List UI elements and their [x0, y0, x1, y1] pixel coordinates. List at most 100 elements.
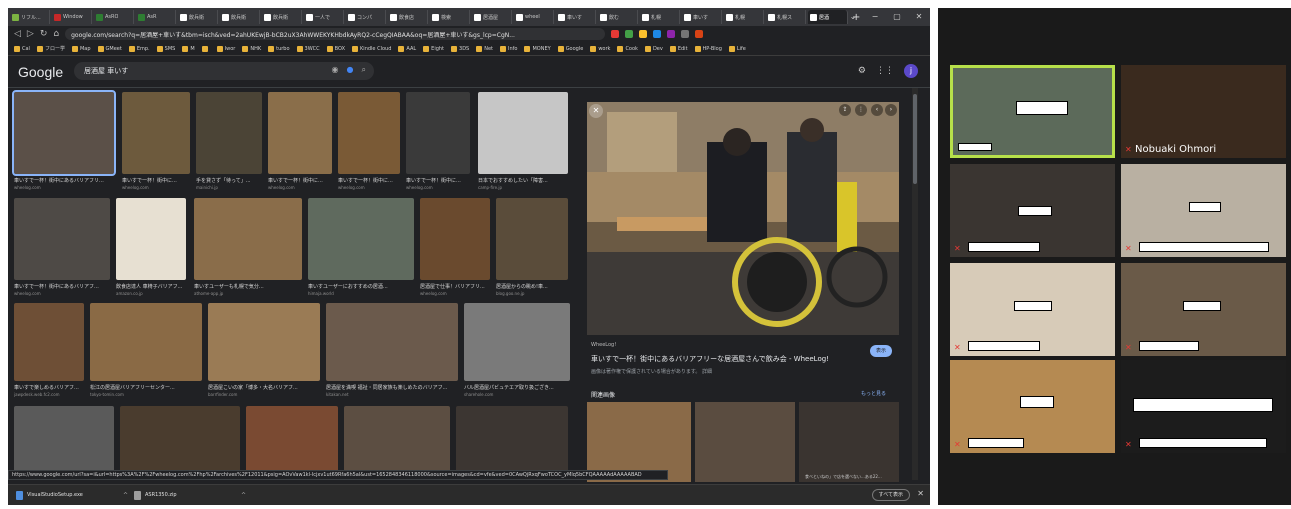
camera-icon[interactable]: ◉	[332, 65, 339, 75]
more-options-icon[interactable]: ⋮	[855, 104, 867, 116]
related-image[interactable]	[799, 402, 899, 482]
result-caption[interactable]: 松江の居酒屋バリアフリーセンター...	[90, 384, 202, 391]
bookmark-item[interactable]: SMS	[156, 45, 175, 52]
minimize-icon[interactable]: −	[864, 8, 886, 26]
bookmark-item[interactable]: BOX	[326, 45, 345, 52]
image-result[interactable]: 居酒屋を満喫 福祉・同居家族も楽しめたのバリアフ... kitakan.net	[326, 303, 458, 403]
extension-icon[interactable]	[653, 30, 662, 38]
share-icon[interactable]: ⇪	[839, 104, 851, 116]
result-thumbnail[interactable]	[208, 303, 320, 381]
result-thumbnail[interactable]	[196, 92, 262, 174]
browser-tab[interactable]: 飲む	[598, 10, 638, 24]
extension-icon[interactable]	[667, 30, 676, 38]
bookmark-item[interactable]: Iwor	[216, 45, 235, 52]
browser-tab[interactable]: wheel	[514, 10, 554, 24]
result-thumbnail[interactable]	[14, 303, 84, 381]
bookmark-item[interactable]: Dev	[644, 45, 663, 52]
bookmark-item[interactable]: MONEY	[524, 45, 551, 52]
result-thumbnail[interactable]	[12, 90, 116, 176]
browser-tab[interactable]: 飲兵衛	[220, 10, 260, 24]
result-caption[interactable]: 車いすで一杯！街中に...	[122, 177, 190, 184]
related-image[interactable]	[695, 402, 795, 482]
apps-grid-icon[interactable]: ⋮⋮	[876, 66, 894, 76]
browser-tab[interactable]: 一人で	[304, 10, 344, 24]
image-result[interactable]: 車いすで一杯！街中に... wheelog.com	[338, 92, 400, 196]
google-logo[interactable]: Google	[18, 64, 63, 80]
image-result[interactable]: 居酒屋こいの家「博多・大名バリアフ... barrfinder.com	[208, 303, 320, 403]
result-caption[interactable]: 車いすで一杯！街中に...	[406, 177, 470, 184]
browser-tab[interactable]: 札幌ス	[766, 10, 806, 24]
participant-tile[interactable]: ✕	[950, 360, 1115, 453]
result-thumbnail[interactable]	[406, 92, 470, 174]
result-thumbnail[interactable]	[420, 198, 490, 280]
bookmark-item[interactable]: Google	[557, 45, 583, 52]
preview-title[interactable]: 車いすで一杯！街中にあるバリアフリーな居酒屋さんで飲み会 - WheeLog!	[591, 354, 829, 364]
result-thumbnail[interactable]	[344, 406, 450, 476]
browser-tab[interactable]: 検索	[430, 10, 470, 24]
result-caption[interactable]: 車いすで一杯！街中に...	[268, 177, 332, 184]
image-result[interactable]: 車いすで一杯！街中に... wheelog.com	[406, 92, 470, 196]
bookmark-item[interactable]: Map	[71, 45, 91, 52]
bookmark-item[interactable]: フロー学	[36, 45, 65, 52]
image-result[interactable]: 飲食店達人 車椅子バリアフ... amazon.co.jp	[116, 198, 186, 302]
reload-icon[interactable]: ↻	[40, 26, 48, 42]
show-all-button[interactable]: すべて表示	[871, 489, 910, 501]
image-result[interactable]: 車いすで一杯！街中に... wheelog.com	[268, 92, 332, 196]
result-thumbnail[interactable]	[456, 406, 568, 476]
participant-tile[interactable]	[950, 65, 1115, 158]
tab-search-icon[interactable]: ⌄	[842, 8, 864, 26]
image-result[interactable]: 居酒屋からの眺め!車... blog.goo.ne.jp	[496, 198, 568, 302]
result-caption[interactable]: 飲食店達人 車椅子バリアフ...	[116, 283, 186, 290]
browser-tab[interactable]: 飲食店	[388, 10, 428, 24]
result-caption[interactable]: 居酒屋で仕事！バリアフリ...	[420, 283, 490, 290]
browser-tab[interactable]: コンパ	[346, 10, 386, 24]
result-caption[interactable]: 車いすで一杯！街中にあるバリアフ...	[14, 283, 110, 290]
download-item[interactable]: ASR1350.zip ^	[134, 490, 246, 500]
result-caption[interactable]: 日本でおすすめしたい「障害...	[478, 177, 568, 184]
image-result[interactable]: 車いすユーザーも札幌で気分... athome-app.jp	[194, 198, 302, 302]
participant-tile[interactable]: ✕	[1121, 263, 1286, 356]
chevron-up-icon[interactable]: ^	[123, 492, 128, 499]
bookmark-item[interactable]: Net	[476, 45, 493, 52]
extension-icon[interactable]	[639, 30, 648, 38]
bookmark-item[interactable]: 3WCC	[296, 45, 320, 52]
bookmark-item[interactable]: Life	[728, 45, 746, 52]
settings-icon[interactable]: ⚙	[858, 66, 866, 76]
preview-image[interactable]	[587, 102, 899, 335]
bookmark-item[interactable]: Edit	[669, 45, 688, 52]
result-caption[interactable]: 車いすで楽しめるバリアフ...	[14, 384, 84, 391]
result-thumbnail[interactable]	[14, 406, 114, 476]
bookmark-item[interactable]: Cook	[617, 45, 638, 52]
result-thumbnail[interactable]	[268, 92, 332, 174]
image-result[interactable]: 手を貸さず「待って」... mainichi.jp	[196, 92, 262, 196]
result-thumbnail[interactable]	[116, 198, 186, 280]
browser-tab[interactable]: AsRO	[94, 10, 134, 24]
image-result[interactable]: 居酒屋で仕事！バリアフリ... wheelog.com	[420, 198, 490, 302]
result-thumbnail[interactable]	[90, 303, 202, 381]
result-caption[interactable]: 車いすで一杯！街中に...	[338, 177, 400, 184]
microphone-icon[interactable]: ●	[347, 65, 354, 75]
visit-button[interactable]: 表示	[870, 345, 892, 357]
browser-tab[interactable]: 飲兵衛	[178, 10, 218, 24]
bookmark-item[interactable]: 3DS	[451, 45, 469, 52]
result-thumbnail[interactable]	[308, 198, 414, 280]
result-caption[interactable]: 居酒屋からの眺め!車...	[496, 283, 568, 290]
result-caption[interactable]: バル居酒屋パビュテエア取り扱ござき...	[464, 384, 570, 391]
image-result[interactable]: 車いすユーザーにおすすめの居酒... himaja.world	[308, 198, 414, 302]
extension-icon[interactable]	[611, 30, 620, 38]
image-result[interactable]: 日本でおすすめしたい「障害... camp-fire.jp	[478, 92, 568, 196]
search-box[interactable]: 居酒屋 車いす ◉ ● ⌕	[74, 62, 374, 80]
image-result[interactable]: バル居酒屋パビュテエア取り扱ござき... sharehole.com	[464, 303, 570, 403]
home-icon[interactable]: ⌂	[53, 26, 59, 42]
close-icon[interactable]: ✕	[917, 489, 924, 498]
result-thumbnail[interactable]	[122, 92, 190, 174]
bookmark-item[interactable]: GMeet	[97, 45, 122, 52]
bookmark-item[interactable]: HP-Blog	[694, 45, 722, 52]
result-caption[interactable]: 車いすユーザーにおすすめの居酒...	[308, 283, 414, 290]
bookmark-item[interactable]: NHK	[242, 45, 261, 52]
see-more-link[interactable]: もっと見る	[861, 390, 886, 397]
extension-icon[interactable]	[695, 30, 704, 38]
browser-tab[interactable]: 札幌	[724, 10, 764, 24]
image-result[interactable]: 松江の居酒屋バリアフリーセンター... tokyo-tomin.com	[90, 303, 202, 403]
browser-tab[interactable]: 札幌	[640, 10, 680, 24]
